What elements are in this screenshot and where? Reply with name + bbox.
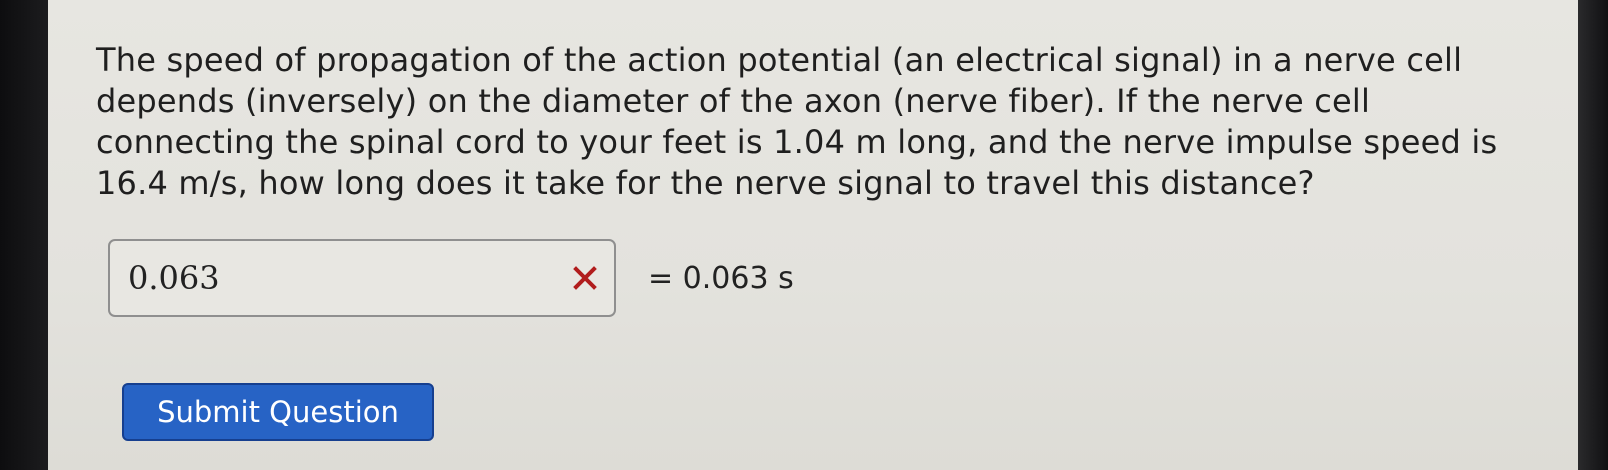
monitor-bezel-right (1578, 0, 1608, 470)
submit-question-button[interactable]: Submit Question (122, 383, 434, 441)
question-panel: The speed of propagation of the action p… (48, 0, 1578, 470)
answer-box (108, 239, 616, 317)
question-text: The speed of propagation of the action p… (96, 41, 1498, 202)
answer-result: = 0.063 s (648, 260, 794, 296)
x-icon (568, 261, 602, 295)
answer-input[interactable] (128, 259, 548, 297)
answer-row: = 0.063 s (108, 238, 794, 318)
monitor-bezel-left (0, 0, 48, 470)
